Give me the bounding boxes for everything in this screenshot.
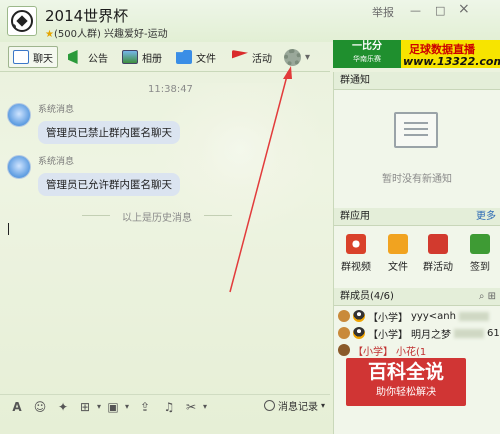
- checkmark-icon: [470, 234, 490, 254]
- app-group-activity[interactable]: 群活动: [420, 234, 456, 273]
- apps-more-link[interactable]: 更多: [476, 208, 496, 225]
- member-tag: 【小学】: [368, 312, 408, 324]
- message-history-label: 消息记录: [278, 402, 318, 413]
- blurred-text: [454, 328, 484, 338]
- member-row[interactable]: 【小学】 yyy<anh: [338, 308, 489, 324]
- upload-icon[interactable]: ⇪: [138, 400, 152, 414]
- watermark-subtitle: 助你轻松解决: [376, 387, 436, 398]
- magic-icon[interactable]: ✦: [56, 400, 70, 414]
- arrow-head: [283, 66, 292, 79]
- font-icon[interactable]: A: [10, 400, 24, 414]
- notice-empty-text: 暂时没有新通知: [382, 174, 452, 185]
- members-tools[interactable]: ⌕ ⊞: [479, 288, 496, 305]
- emoji-icon[interactable]: ☺: [33, 400, 47, 414]
- app-label: 签到: [470, 262, 490, 273]
- member-name: yyy<anh: [411, 310, 456, 322]
- notice-board-icon: [394, 112, 438, 148]
- members-header-label: 群成员(4/6): [340, 291, 394, 302]
- apps-header-label: 群应用: [340, 211, 370, 222]
- clock-icon: [264, 400, 275, 411]
- image-dropdown-icon[interactable]: ▾: [120, 400, 134, 414]
- screenshot-dropdown-icon[interactable]: ▾: [92, 400, 106, 414]
- folder-icon: [388, 234, 408, 254]
- member-name: 小花(1: [396, 346, 427, 358]
- notice-header: 群通知: [334, 72, 500, 90]
- member-row[interactable]: 【小学】 小花(1: [338, 342, 426, 358]
- members-header: 群成员(4/6) ⌕ ⊞: [334, 288, 500, 306]
- video-icon: [346, 234, 366, 254]
- notice-header-label: 群通知: [340, 75, 370, 86]
- screenshot-icon[interactable]: ⊞: [78, 400, 92, 414]
- message-history-button[interactable]: 消息记录 ▾: [264, 398, 325, 413]
- app-signin[interactable]: 签到: [462, 234, 498, 273]
- arrow-line: [229, 71, 289, 293]
- member-avatar: [338, 310, 350, 322]
- member-name: 明月之梦: [411, 329, 451, 341]
- history-dropdown-icon: ▾: [321, 401, 326, 410]
- member-avatar: [338, 327, 350, 339]
- image-icon[interactable]: ▣: [106, 400, 120, 414]
- member-tag: 【小学】: [353, 346, 393, 358]
- flag-icon: [428, 234, 448, 254]
- app-files[interactable]: 文件: [380, 234, 416, 273]
- app-label: 文件: [388, 262, 408, 273]
- scissors-dropdown-icon[interactable]: ▾: [198, 400, 212, 414]
- watermark-title: 百科全说: [367, 361, 444, 383]
- member-tag: 【小学】: [368, 329, 408, 341]
- watermark-badge: 百科全说 助你轻松解决: [346, 358, 466, 406]
- qq-icon: [353, 327, 365, 339]
- apps-grid: 群视频 文件 群活动 签到: [334, 230, 500, 274]
- app-group-video[interactable]: 群视频: [338, 234, 374, 273]
- blurred-text: [458, 311, 489, 321]
- apps-header: 群应用 更多: [334, 208, 500, 226]
- qq-icon: [353, 310, 365, 322]
- member-avatar: [338, 344, 350, 356]
- scissors-icon[interactable]: ✂: [184, 400, 198, 414]
- app-label: 群视频: [341, 262, 371, 273]
- app-label: 群活动: [423, 262, 453, 273]
- member-row[interactable]: 【小学】明月之梦 611): [338, 325, 500, 341]
- member-suffix: 611): [487, 327, 500, 339]
- music-icon[interactable]: ♫: [162, 400, 176, 414]
